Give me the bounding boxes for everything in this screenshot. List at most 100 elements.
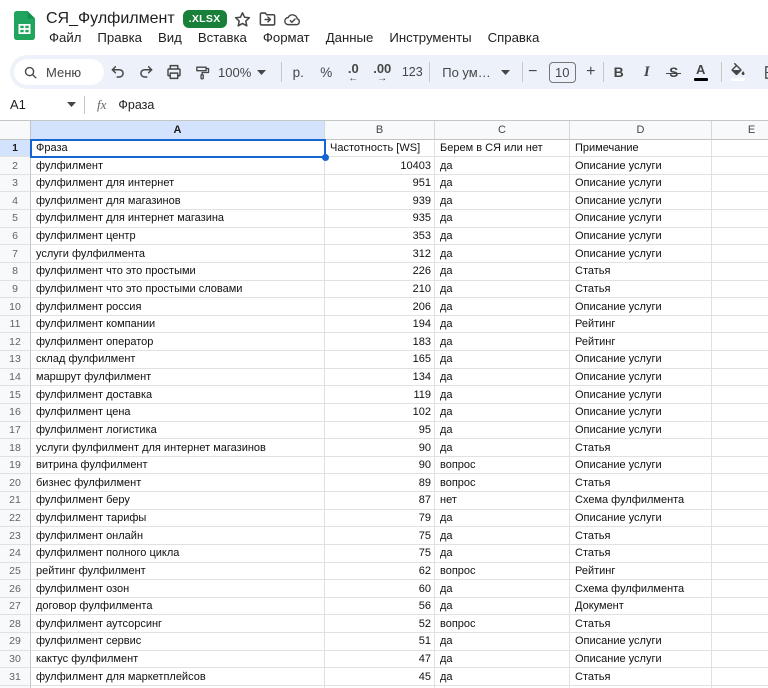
cell-C3[interactable]: да — [435, 175, 570, 193]
cell-C11[interactable]: да — [435, 316, 570, 334]
cell-E22[interactable] — [712, 510, 768, 528]
cell-B11[interactable]: 194 — [325, 316, 435, 334]
cell-E16[interactable] — [712, 404, 768, 422]
column-header-A[interactable]: A — [31, 121, 325, 140]
cell-A6[interactable]: фулфилмент центр — [31, 228, 325, 246]
cell-D26[interactable]: Схема фулфилмента — [570, 580, 712, 598]
decrease-decimal-button[interactable]: .0 ← — [339, 58, 367, 86]
cell-C20[interactable]: вопрос — [435, 474, 570, 492]
cell-B4[interactable]: 939 — [325, 192, 435, 210]
cell-D24[interactable]: Статья — [570, 545, 712, 563]
cell-E23[interactable] — [712, 527, 768, 545]
formula-input[interactable]: Фраза — [118, 98, 154, 112]
row-header-4[interactable]: 4 — [0, 192, 31, 210]
row-header-23[interactable]: 23 — [0, 527, 31, 545]
cell-E9[interactable] — [712, 281, 768, 299]
number-format-button[interactable]: 123 — [397, 58, 427, 86]
cell-A19[interactable]: витрина фулфилмент — [31, 457, 325, 475]
cell-E13[interactable] — [712, 351, 768, 369]
menu-help[interactable]: Справка — [480, 26, 548, 49]
row-header-31[interactable]: 31 — [0, 668, 31, 686]
cell-B24[interactable]: 75 — [325, 545, 435, 563]
column-header-D[interactable]: D — [570, 121, 712, 140]
cell-C9[interactable]: да — [435, 281, 570, 299]
cell-D27[interactable]: Документ — [570, 598, 712, 616]
cell-B18[interactable]: 90 — [325, 439, 435, 457]
cell-A23[interactable]: фулфилмент онлайн — [31, 527, 325, 545]
cell-B16[interactable]: 102 — [325, 404, 435, 422]
cell-D1[interactable]: Примечание — [570, 140, 712, 158]
cell-C12[interactable]: да — [435, 333, 570, 351]
cell-C10[interactable]: да — [435, 298, 570, 316]
cell-A4[interactable]: фулфилмент для магазинов — [31, 192, 325, 210]
text-color-button[interactable]: A — [687, 58, 715, 86]
cell-B29[interactable]: 51 — [325, 633, 435, 651]
cell-D12[interactable]: Рейтинг — [570, 333, 712, 351]
cell-D3[interactable]: Описание услуги — [570, 175, 712, 193]
cell-E12[interactable] — [712, 333, 768, 351]
format-currency-button[interactable]: р. — [285, 58, 311, 86]
cell-C13[interactable]: да — [435, 351, 570, 369]
cell-C22[interactable]: да — [435, 510, 570, 528]
cell-D11[interactable]: Рейтинг — [570, 316, 712, 334]
increase-font-size-button[interactable]: + — [582, 58, 600, 86]
italic-button[interactable]: I — [635, 58, 659, 86]
cell-A16[interactable]: фулфилмент цена — [31, 404, 325, 422]
cell-B27[interactable]: 56 — [325, 598, 435, 616]
cell-E8[interactable] — [712, 263, 768, 281]
row-header-19[interactable]: 19 — [0, 457, 31, 475]
cell-C21[interactable]: нет — [435, 492, 570, 510]
cell-E11[interactable] — [712, 316, 768, 334]
row-header-27[interactable]: 27 — [0, 598, 31, 616]
cell-D22[interactable]: Описание услуги — [570, 510, 712, 528]
cell-D21[interactable]: Схема фулфилмента — [570, 492, 712, 510]
cell-A27[interactable]: договор фулфилмента — [31, 598, 325, 616]
cell-C2[interactable]: да — [435, 157, 570, 175]
row-header-18[interactable]: 18 — [0, 439, 31, 457]
menu-edit[interactable]: Правка — [89, 26, 150, 49]
cell-D6[interactable]: Описание услуги — [570, 228, 712, 246]
cell-D2[interactable]: Описание услуги — [570, 157, 712, 175]
cell-E3[interactable] — [712, 175, 768, 193]
row-header-21[interactable]: 21 — [0, 492, 31, 510]
cell-C30[interactable]: да — [435, 651, 570, 669]
cell-C8[interactable]: да — [435, 263, 570, 281]
cell-C29[interactable]: да — [435, 633, 570, 651]
cell-D16[interactable]: Описание услуги — [570, 404, 712, 422]
cell-E29[interactable] — [712, 633, 768, 651]
cell-B20[interactable]: 89 — [325, 474, 435, 492]
menu-view[interactable]: Вид — [150, 26, 190, 49]
menu-data[interactable]: Данные — [318, 26, 382, 49]
paint-format-button[interactable] — [188, 58, 216, 86]
cell-C16[interactable]: да — [435, 404, 570, 422]
row-header-24[interactable]: 24 — [0, 545, 31, 563]
cell-A11[interactable]: фулфилмент компании — [31, 316, 325, 334]
column-header-B[interactable]: B — [325, 121, 435, 140]
cell-C6[interactable]: да — [435, 228, 570, 246]
row-header-16[interactable]: 16 — [0, 404, 31, 422]
cell-B9[interactable]: 210 — [325, 281, 435, 299]
row-header-7[interactable]: 7 — [0, 245, 31, 263]
cell-A3[interactable]: фулфилмент для интернет — [31, 175, 325, 193]
cell-D5[interactable]: Описание услуги — [570, 210, 712, 228]
cell-C28[interactable]: вопрос — [435, 615, 570, 633]
cell-E27[interactable] — [712, 598, 768, 616]
cell-B14[interactable]: 134 — [325, 369, 435, 387]
cell-E31[interactable] — [712, 668, 768, 686]
cell-A15[interactable]: фулфилмент доставка — [31, 386, 325, 404]
cell-D29[interactable]: Описание услуги — [570, 633, 712, 651]
font-family-select[interactable]: По ум… — [438, 63, 513, 82]
cell-A9[interactable]: фулфилмент что это простыми словами — [31, 281, 325, 299]
cell-B28[interactable]: 52 — [325, 615, 435, 633]
cell-B21[interactable]: 87 — [325, 492, 435, 510]
cell-C19[interactable]: вопрос — [435, 457, 570, 475]
zoom-control[interactable]: 100% — [216, 63, 268, 82]
cell-E24[interactable] — [712, 545, 768, 563]
cell-C31[interactable]: да — [435, 668, 570, 686]
row-header-1[interactable]: 1 — [0, 140, 31, 158]
cell-D13[interactable]: Описание услуги — [570, 351, 712, 369]
row-header-22[interactable]: 22 — [0, 510, 31, 528]
cell-D28[interactable]: Статья — [570, 615, 712, 633]
cell-A25[interactable]: рейтинг фулфилмент — [31, 563, 325, 581]
cell-E18[interactable] — [712, 439, 768, 457]
